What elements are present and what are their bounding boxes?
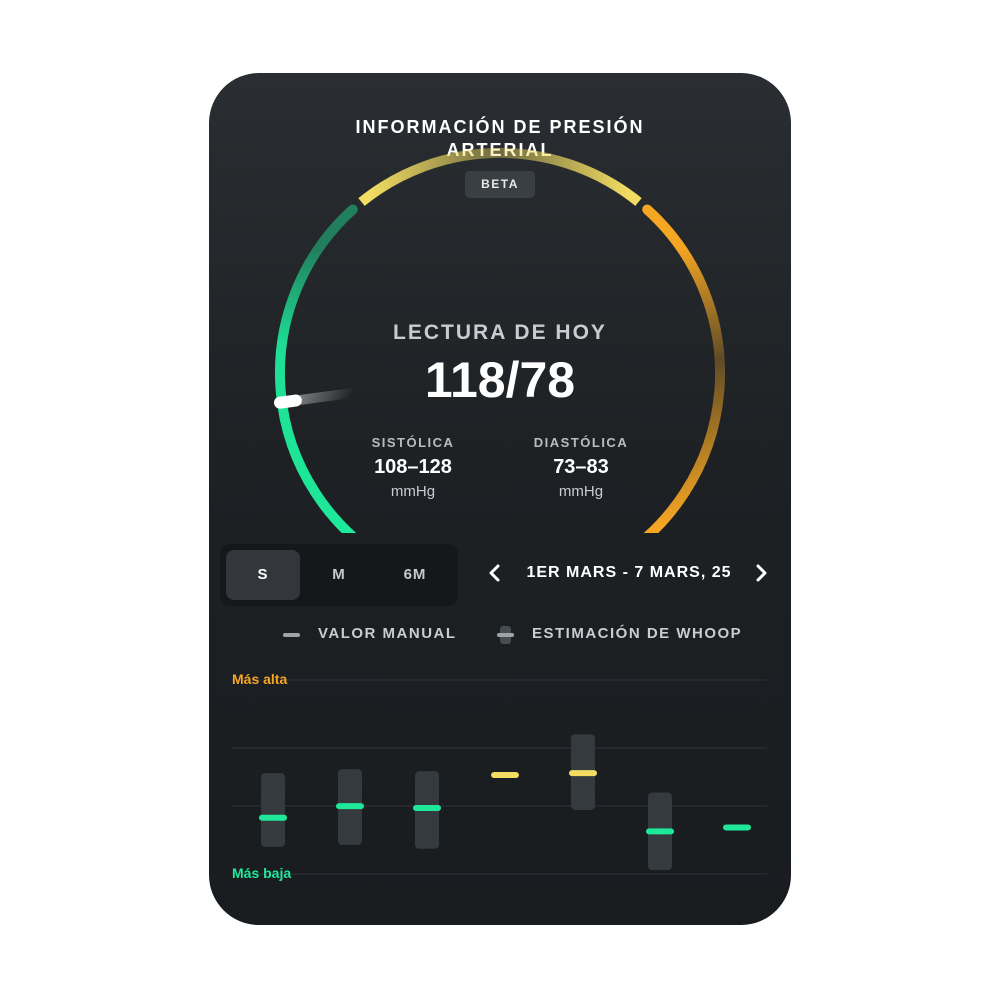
whoop-estimate-range[interactable] (261, 773, 285, 847)
chart-top-label: Más alta (232, 671, 288, 687)
reading-marker[interactable] (569, 770, 597, 777)
chart-bottom-label: Más baja (232, 865, 292, 881)
reading-marker[interactable] (491, 772, 519, 779)
reading-marker[interactable] (259, 814, 287, 821)
reading-marker[interactable] (646, 828, 674, 835)
blood-pressure-chart (232, 679, 767, 875)
reading-marker[interactable] (336, 803, 364, 810)
reading-marker[interactable] (723, 824, 751, 831)
blood-pressure-card: INFORMACIÓN DE PRESIÓN ARTERIAL BETA LEC… (209, 73, 791, 925)
reading-marker[interactable] (413, 805, 441, 812)
